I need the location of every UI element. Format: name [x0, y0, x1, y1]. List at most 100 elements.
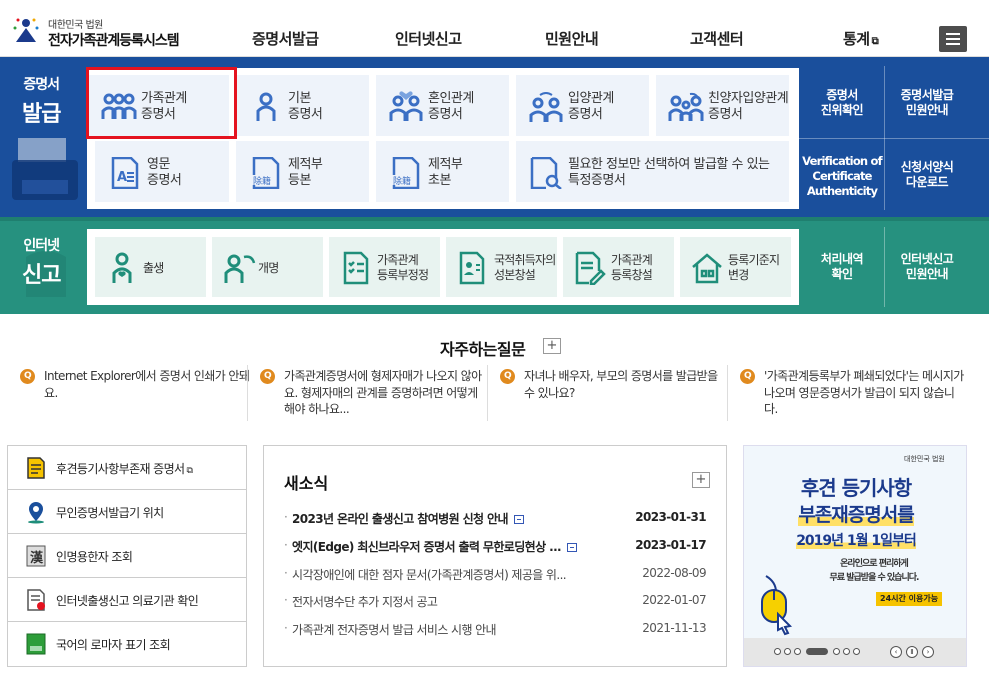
quick-link-hanja[interactable]: 漢 인명용한자 조회 [8, 534, 246, 578]
tile-birth-report[interactable]: 출생 [95, 237, 206, 297]
news-item-date: 2021-11-13 [642, 621, 706, 635]
news-item-title: 엣지(Edge) 최신브라우저 증명서 출력 무한로딩현상 ... [292, 540, 562, 554]
faq-item[interactable]: Q 자녀나 배우자, 부모의 증명서를 발급받을 수 있나요? [500, 368, 726, 401]
pager-dot[interactable] [843, 648, 850, 655]
pause-icon[interactable]: Ⅱ [906, 646, 918, 658]
nav-statistics-label: 통계 [843, 30, 870, 48]
svg-text:漢: 漢 [30, 550, 44, 566]
nav-customer-center[interactable]: 고객센터 [690, 28, 744, 49]
news-more-button[interactable]: + [692, 472, 710, 488]
tile-naturalized-surname[interactable]: 국적취득자의 성본창설 [446, 237, 557, 297]
banner-line2: 부존재증명서를 [744, 500, 968, 527]
location-pin-icon [28, 502, 44, 524]
banner-badge: 24시간 이용가능 [876, 592, 943, 606]
divider [247, 365, 248, 421]
quick-link-guardianship[interactable]: 후견등기사항부존재 증명서 ⧉ [8, 446, 246, 490]
banner-pager: ‹ Ⅱ › [744, 638, 966, 666]
promo-banner[interactable]: 대한민국 법원 후견 등기사항 부존재증명서를 2019년 1월 1일부터 온라… [743, 445, 967, 667]
nav-civil-guide[interactable]: 민원안내 [545, 28, 599, 49]
quick-link-romanization[interactable]: 국어의 로마자 표기 조회 [8, 622, 246, 666]
tile-full-adoption-cert[interactable]: 친양자입양관계 증명서 [656, 75, 789, 136]
faq-text: Internet Explorer에서 증명서 인쇄가 안돼요. [44, 369, 250, 400]
selected-tile-highlight [86, 67, 237, 139]
tile-base-address-change[interactable]: 등록기준지 변경 [680, 237, 791, 297]
report-title-big: 신고 [22, 263, 61, 288]
tile-rename-report[interactable]: 개명 [212, 237, 323, 297]
bullet: · [284, 593, 288, 607]
news-item-title: 시각장애인에 대한 점자 문서(가족관계증명서) 제공을 위... [292, 568, 567, 582]
banner-line2-text: 부존재증명서를 [798, 504, 915, 526]
banner-line3-text: 2019년 1월 1일부터 [796, 533, 917, 549]
logo-subtitle: 대한민국 법원 [48, 20, 103, 31]
nav-cert-issue[interactable]: 증명서발급 [252, 28, 319, 49]
faq-more-button[interactable]: + [543, 338, 561, 354]
report-civil-guide-link[interactable]: 인터넷신고 민원안내 [889, 252, 965, 282]
news-item[interactable]: · 시각장애인에 대한 점자 문서(가족관계증명서) 제공을 위... 2022… [284, 566, 714, 584]
couple-heart-icon [389, 91, 423, 121]
hanja-book-icon: 漢 [26, 545, 46, 567]
news-panel: 새소식 + · 2023년 온라인 출생신고 참여병원 신청 안내 2023-0… [263, 445, 727, 667]
pager-dot[interactable] [853, 648, 860, 655]
register-doc-icon: 除籍 [392, 157, 420, 189]
tile-basic-cert[interactable]: 기본 증명서 [236, 75, 369, 136]
tile-label: 필요한 정보만 선택하여 발급할 수 있는 특정증명서 [568, 157, 770, 188]
tile-label: 제적부 등본 [288, 157, 323, 188]
search-doc-icon [530, 157, 562, 189]
printer-illustration [12, 138, 78, 200]
hamburger-icon [946, 33, 960, 35]
pager-dot[interactable] [784, 648, 791, 655]
news-item-date: 2023-01-17 [635, 538, 706, 552]
faq-text: 가족관계증명서에 형제자매가 나오지 않아요. 형제자매의 관계를 증명하려면 … [284, 369, 482, 416]
tile-marriage-cert[interactable]: 혼인관계 증명서 [376, 75, 509, 136]
rename-icon [224, 254, 256, 283]
adoption-icon [529, 92, 563, 122]
tile-register-creation[interactable]: 가족관계 등록창설 [563, 237, 674, 297]
mouse-click-icon [761, 575, 793, 636]
quick-link-text: 국어의 로마자 표기 조회 [56, 638, 171, 652]
cert-verification-en-link[interactable]: Verification of Certificate Authenticity [802, 154, 882, 199]
external-link-icon: ⧉ [871, 36, 879, 47]
faq-text: '가족관계등록부가 폐쇄되었다'는 메시지가 나오며 영문증명서가 발급이 되지… [764, 369, 964, 416]
nav-statistics[interactable]: 통계 ⧉ [843, 28, 879, 49]
news-item[interactable]: · 2023년 온라인 출생신고 참여병원 신청 안내 2023-01-31 [284, 510, 714, 528]
news-item[interactable]: · 엣지(Edge) 최신브라우저 증명서 출력 무한로딩현상 ... 2023… [284, 538, 714, 556]
tile-label: 개명 [258, 261, 279, 275]
faq-item[interactable]: Q 가족관계증명서에 형제자매가 나오지 않아요. 형제자매의 관계를 증명하려… [260, 368, 490, 418]
next-icon[interactable]: › [922, 646, 934, 658]
hamburger-icon-bar [946, 38, 960, 40]
pager-dot[interactable] [774, 648, 781, 655]
tile-removed-register-copy[interactable]: 除籍 제적부 등본 [236, 141, 369, 202]
faq-item[interactable]: Q Internet Explorer에서 증명서 인쇄가 안돼요. [20, 368, 250, 401]
pager-dot-active[interactable] [806, 648, 828, 655]
nav-internet-report[interactable]: 인터넷신고 [395, 28, 462, 49]
cert-verify-link[interactable]: 증명서 진위확인 [806, 88, 878, 118]
band-divider [0, 217, 989, 221]
tile-removed-register-abstract[interactable]: 除籍 제적부 초본 [376, 141, 509, 202]
tile-english-cert[interactable]: A 영문 증명서 [95, 141, 229, 202]
news-item[interactable]: · 전자서명수단 추가 지정서 공고 2022-01-07 [284, 593, 714, 611]
form-download-link[interactable]: 신청서양식 다운로드 [889, 160, 965, 190]
tile-adoption-cert[interactable]: 입양관계 증명서 [516, 75, 649, 136]
header: 대한민국 법원 전자가족관계등록시스템 증명서발급 인터넷신고 민원안내 고객센… [0, 0, 989, 57]
divider [487, 365, 488, 421]
divider [727, 365, 728, 421]
quick-link-hospital[interactable]: 인터넷출생신고 의료기관 확인 [8, 578, 246, 622]
tile-register-correction[interactable]: 가족관계 등록부정정 [329, 237, 440, 297]
pager-dot[interactable] [794, 648, 801, 655]
divider [799, 138, 989, 139]
pager-dot[interactable] [833, 648, 840, 655]
quick-link-kiosk-location[interactable]: 무인증명서발급기 위치 [8, 490, 246, 534]
question-icon: Q [500, 369, 515, 384]
news-item[interactable]: · 가족관계 전자증명서 발급 서비스 시행 안내 2021-11-13 [284, 621, 714, 639]
svg-text:除籍: 除籍 [393, 175, 411, 187]
hamburger-menu-button[interactable] [939, 26, 967, 52]
cert-civil-guide-link[interactable]: 증명서발급 민원안내 [889, 88, 965, 118]
site-logo[interactable]: 대한민국 법원 전자가족관계등록시스템 [10, 12, 190, 52]
faq-item[interactable]: Q '가족관계등록부가 폐쇄되었다'는 메시지가 나오며 영문증명서가 발급이 … [740, 368, 966, 418]
banner-line1: 후견 등기사항 [800, 476, 912, 500]
process-history-link[interactable]: 처리내역 확인 [806, 252, 878, 282]
tile-specific-cert[interactable]: 필요한 정보만 선택하여 발급할 수 있는 특정증명서 [516, 141, 789, 202]
person-icon [256, 92, 276, 121]
tile-label: 기본 증명서 [288, 91, 323, 122]
prev-icon[interactable]: ‹ [890, 646, 902, 658]
